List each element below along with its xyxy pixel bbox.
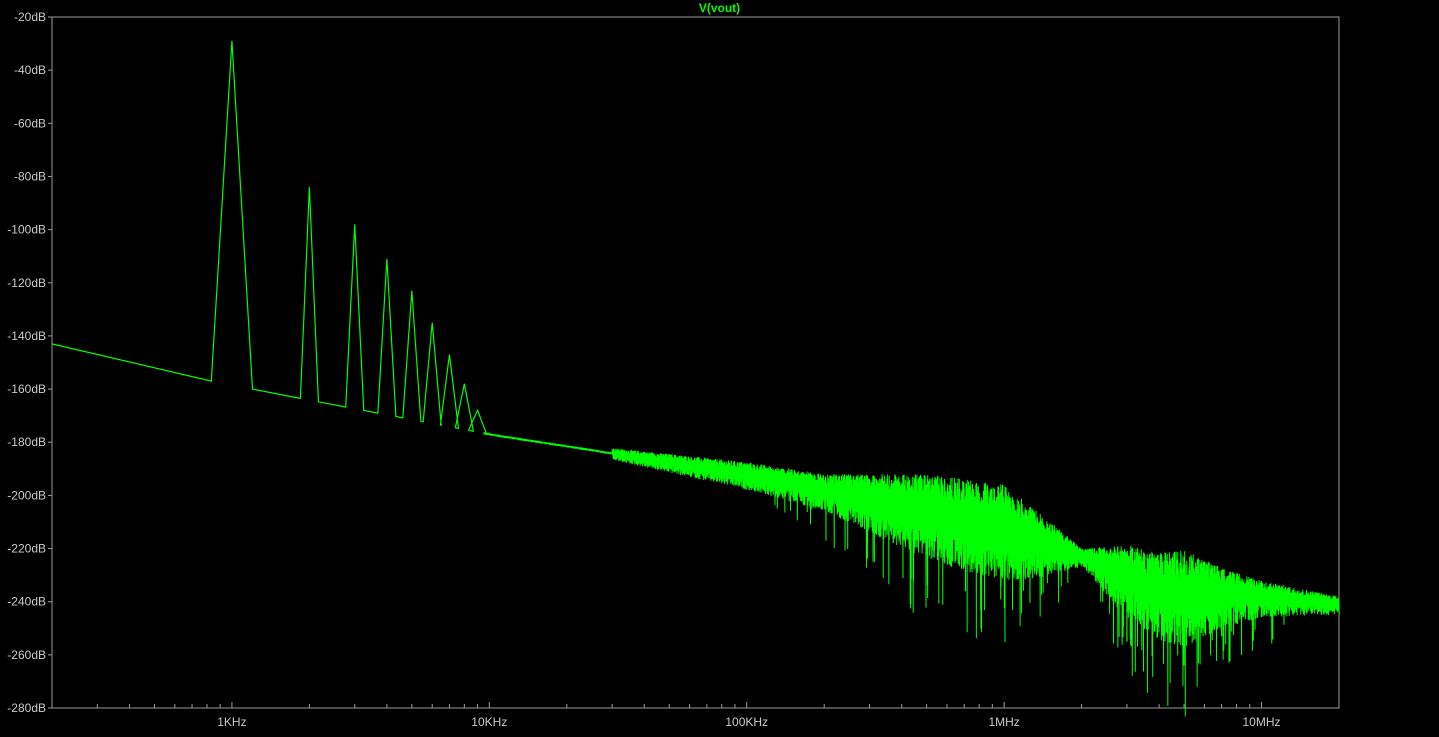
y-tick-label: -160dB [7,382,46,396]
x-tick-label: 10KHz [471,715,507,729]
y-tick-label: -280dB [7,701,46,715]
harmonic-spikes [51,40,488,434]
y-tick-label: -120dB [7,276,46,290]
y-tick-label: -40dB [14,63,46,77]
x-axis: 1KHz 10KHz 100KHz 1MHz 10MHz [51,702,1340,729]
y-tick-label: -240dB [7,595,46,609]
y-tick-label: -100dB [7,223,46,237]
y-axis: -20dB -40dB -60dB -80dB -100dB -120dB -140dB -1… [7,10,52,715]
x-tick-label: 100KHz [725,715,768,729]
trace-v-vout [51,40,1340,717]
y-tick-label: -260dB [7,648,46,662]
y-tick-label: -200dB [7,488,46,502]
x-tick-label: 1KHz [217,715,246,729]
y-tick-label: -20dB [14,10,46,24]
noise-floor-trace [483,432,1340,717]
y-tick-label: -140dB [7,329,46,343]
y-tick-label: -220dB [7,542,46,556]
x-tick-label: 10MHz [1243,715,1281,729]
chart-svg: -20dB -40dB -60dB -80dB -100dB -120dB -140dB -1… [7,10,1340,729]
y-tick-label: -60dB [14,116,46,130]
y-tick-label: -180dB [7,435,46,449]
x-tick-label: 1MHz [988,715,1019,729]
y-tick-label: -80dB [14,169,46,183]
